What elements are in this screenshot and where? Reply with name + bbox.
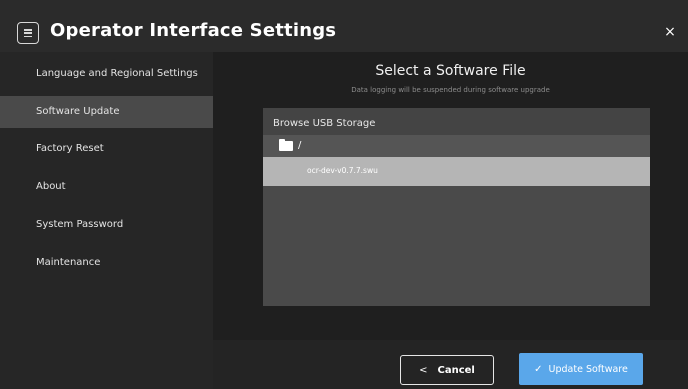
- section-subtitle: Data logging will be suspended during so…: [351, 86, 550, 94]
- update-label: Update Software: [548, 363, 628, 375]
- folder-row[interactable]: /: [263, 135, 650, 157]
- sidebar-item-software-update[interactable]: Software Update: [0, 96, 213, 128]
- sidebar-item-about[interactable]: About: [0, 171, 213, 203]
- sidebar-item-factory-reset[interactable]: Factory Reset: [0, 133, 213, 165]
- folder-path: /: [298, 140, 302, 151]
- main-panel: Select a Software File Data logging will…: [213, 52, 688, 389]
- header-bar: Operator Interface Settings ×: [0, 0, 688, 52]
- cancel-label: Cancel: [437, 364, 475, 376]
- list-item[interactable]: ocr-dev-v0.7.7.swu: [263, 157, 650, 186]
- file-browser-header: Browse USB Storage: [263, 108, 650, 135]
- folder-icon: [279, 139, 293, 151]
- cancel-button[interactable]: < Cancel: [400, 355, 494, 385]
- footer-bar: < Cancel ✓ Update Software: [213, 340, 688, 389]
- file-browser: Browse USB Storage / ocr-dev-v0.7.7.swu: [263, 108, 650, 306]
- update-software-button[interactable]: ✓ Update Software: [519, 353, 643, 385]
- check-icon: ✓: [534, 363, 543, 375]
- section-title: Select a Software File: [375, 63, 526, 79]
- close-icon[interactable]: ×: [662, 24, 678, 40]
- file-name: ocr-dev-v0.7.7.swu: [307, 166, 378, 175]
- sidebar-item-maintenance[interactable]: Maintenance: [0, 247, 213, 279]
- sidebar-item-system-password[interactable]: System Password: [0, 209, 213, 241]
- page-title: Operator Interface Settings: [50, 20, 337, 41]
- chevron-left-icon: <: [419, 364, 428, 376]
- sidebar: Language and Regional Settings Software …: [0, 52, 213, 389]
- sidebar-item-language[interactable]: Language and Regional Settings: [0, 58, 213, 90]
- menu-icon[interactable]: [17, 22, 39, 44]
